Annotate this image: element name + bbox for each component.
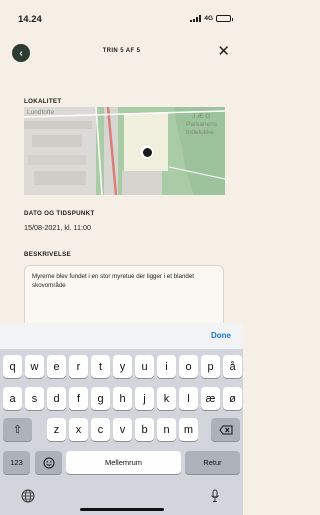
status-time: 14.24 (18, 14, 42, 25)
key-n[interactable]: n (157, 418, 176, 441)
globe-button[interactable] (20, 488, 36, 504)
done-button[interactable]: Done (211, 331, 231, 340)
key-aa[interactable]: å (223, 355, 242, 378)
key-y[interactable]: y (113, 355, 132, 378)
key-p[interactable]: p (201, 355, 220, 378)
location-marker-icon (140, 145, 154, 159)
key-d[interactable]: d (47, 387, 66, 410)
key-f[interactable]: f (69, 387, 88, 410)
numbers-key[interactable]: 123 (3, 451, 30, 474)
backspace-icon (218, 425, 232, 434)
backspace-key[interactable] (211, 418, 240, 441)
key-g[interactable]: g (91, 387, 110, 410)
datetime-value[interactable]: 15/08-2021, kl. 11:00 (24, 223, 91, 232)
description-label: BESKRIVELSE (24, 251, 71, 258)
key-oe[interactable]: ø (223, 387, 242, 410)
map-label-parkanens: Parkanens (186, 121, 218, 128)
globe-icon (21, 489, 35, 503)
key-b[interactable]: b (135, 418, 154, 441)
key-x[interactable]: x (69, 418, 88, 441)
step-title: TRIN 5 AF 5 (102, 48, 141, 54)
keyboard-toolbar: Done (0, 323, 243, 349)
map-label-lundtofte: Lundtofte (27, 109, 55, 116)
key-w[interactable]: w (25, 355, 44, 378)
key-e[interactable]: e (47, 355, 66, 378)
network-label: 4G (204, 15, 213, 22)
key-r[interactable]: r (69, 355, 88, 378)
signal-icon (190, 15, 202, 22)
return-key[interactable]: Retur (185, 451, 240, 474)
key-q[interactable]: q (3, 355, 22, 378)
key-t[interactable]: t (91, 355, 110, 378)
datetime-label: DATO OG TIDSPUNKT (24, 210, 95, 217)
space-key[interactable]: Mellemrum (66, 451, 181, 474)
key-l[interactable]: l (179, 387, 198, 410)
home-indicator (80, 508, 164, 511)
close-button[interactable]: ✕ (217, 42, 230, 62)
key-c[interactable]: c (91, 418, 110, 441)
keyboard: Done q w e r t y u i o p å a s d f g h j… (0, 323, 243, 515)
battery-icon (216, 15, 233, 22)
key-v[interactable]: v (113, 418, 132, 441)
key-m[interactable]: m (179, 418, 198, 441)
dictation-button[interactable] (207, 488, 223, 504)
microphone-icon (211, 489, 219, 502)
status-indicators: 4G (190, 15, 233, 22)
close-icon: ✕ (217, 43, 230, 60)
description-textarea[interactable]: Myrerne blev fundet i en stor myretue de… (24, 265, 224, 330)
map-label-jaeg: J Æ G (192, 113, 211, 120)
emoji-key[interactable] (35, 451, 62, 474)
emoji-icon (43, 457, 54, 468)
location-map[interactable]: Lundtofte J Æ G Parkanens Indelukke (24, 107, 225, 195)
status-bar: 14.24 4G (0, 0, 243, 40)
key-a[interactable]: a (3, 387, 22, 410)
key-o[interactable]: o (179, 355, 198, 378)
header: ‹ TRIN 5 AF 5 ✕ (0, 40, 243, 66)
key-z[interactable]: z (47, 418, 66, 441)
shift-key[interactable]: ⇧ (3, 418, 32, 441)
key-i[interactable]: i (157, 355, 176, 378)
key-u[interactable]: u (135, 355, 154, 378)
key-k[interactable]: k (157, 387, 176, 410)
key-ae[interactable]: æ (201, 387, 220, 410)
shift-icon: ⇧ (12, 424, 23, 436)
key-j[interactable]: j (135, 387, 154, 410)
location-label: LOKALITET (24, 98, 62, 105)
key-h[interactable]: h (113, 387, 132, 410)
key-s[interactable]: s (25, 387, 44, 410)
map-label-indelukke: Indelukke (186, 129, 214, 136)
